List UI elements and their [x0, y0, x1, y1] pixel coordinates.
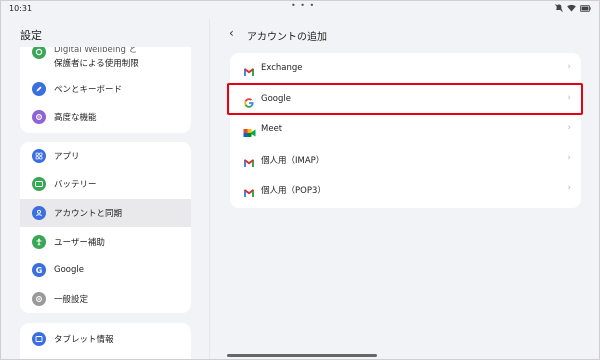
sidebar-item-label: アプリ — [54, 152, 80, 162]
sidebar-item-label: ユーザー補助 — [54, 238, 105, 248]
sidebar-item-apps[interactable]: アプリ — [20, 142, 191, 170]
multitask-dots[interactable]: • • • — [291, 1, 315, 10]
sidebar-item-label: Google — [54, 265, 84, 275]
settings-group-2: アプリ バッテリー アカウントと同期 ユーザー補助 G Google 一般設定 — [20, 142, 191, 313]
account-item-exchange[interactable]: Exchange › — [230, 54, 581, 84]
wifi-icon — [567, 4, 576, 12]
sidebar-item-label: タブレット情報 — [54, 335, 114, 345]
meet-icon — [243, 124, 256, 137]
sidebar-item-label: ペンとキーボード — [54, 85, 123, 95]
sidebar-item-google[interactable]: G Google — [20, 256, 191, 284]
sidebar-item-accessibility[interactable]: ユーザー補助 — [20, 228, 191, 256]
tablet-info-icon — [32, 332, 46, 346]
account-type-list: Exchange › Google › Meet › 個人用（IMAP） › 個… — [230, 53, 581, 208]
settings-group-3: タブレット情報 — [20, 323, 191, 359]
digital-wellbeing-icon — [32, 47, 46, 59]
account-item-label: Meet — [261, 124, 283, 134]
apps-icon — [32, 149, 46, 163]
sidebar-item-label: バッテリー — [54, 180, 97, 190]
chevron-right-icon: › — [567, 183, 571, 193]
sidebar-item-general[interactable]: 一般設定 — [20, 285, 191, 313]
account-item-label: Exchange — [261, 63, 303, 73]
settings-title: 設定 — [20, 29, 42, 42]
status-time: 10:31 — [9, 4, 33, 13]
settings-group-1: Digital Wellbeing と 保護者による使用制限 ペンとキーボード … — [20, 47, 191, 133]
account-item-pop3[interactable]: 個人用（POP3） › — [230, 175, 581, 205]
pen-icon — [32, 82, 46, 96]
account-item-label: 個人用（POP3） — [261, 186, 326, 196]
back-button[interactable]: ‹ — [229, 26, 234, 40]
gmail-icon — [243, 63, 255, 76]
home-indicator[interactable] — [227, 354, 377, 357]
advanced-icon — [32, 110, 46, 124]
accessibility-icon — [32, 235, 46, 249]
sidebar-item-advanced[interactable]: 高度な機能 — [20, 103, 191, 131]
screen: 10:31 • • • 設定 Digital Wellbeing と 保護者によ… — [0, 0, 600, 360]
sidebar-item-battery[interactable]: バッテリー — [20, 170, 191, 198]
account-item-meet[interactable]: Meet › — [230, 115, 581, 145]
highlight-box — [227, 83, 583, 115]
battery-icon — [32, 177, 46, 191]
status-icons — [555, 4, 591, 12]
sidebar-item-digital-wellbeing[interactable]: Digital Wellbeing と 保護者による使用制限 — [20, 47, 191, 75]
sidebar-item-label: アカウントと同期 — [54, 209, 123, 219]
page-title: アカウントの追加 — [247, 32, 327, 43]
chevron-right-icon: › — [567, 62, 571, 72]
account-item-imap[interactable]: 個人用（IMAP） › — [230, 145, 581, 175]
status-bar: 10:31 • • • — [1, 1, 599, 19]
sidebar-item-pen-keyboard[interactable]: ペンとキーボード — [20, 75, 191, 103]
mute-icon — [555, 4, 563, 12]
account-icon — [32, 206, 46, 220]
sidebar-item-label: 高度な機能 — [54, 113, 97, 123]
gmail-icon — [243, 184, 255, 197]
sidebar-item-accounts-sync[interactable]: アカウントと同期 — [20, 199, 191, 227]
chevron-right-icon: › — [567, 123, 571, 133]
battery-icon — [580, 4, 591, 12]
sidebar-item-label: 一般設定 — [54, 295, 89, 305]
panel-divider — [209, 19, 210, 359]
gmail-icon — [243, 154, 255, 167]
google-icon: G — [32, 263, 46, 277]
general-settings-icon — [32, 292, 46, 306]
chevron-right-icon: › — [567, 153, 571, 163]
sidebar-item-tablet-info[interactable]: タブレット情報 — [20, 325, 191, 353]
sidebar-item-label: Digital Wellbeing と 保護者による使用制限 — [54, 47, 139, 69]
account-item-label: 個人用（IMAP） — [261, 156, 325, 166]
